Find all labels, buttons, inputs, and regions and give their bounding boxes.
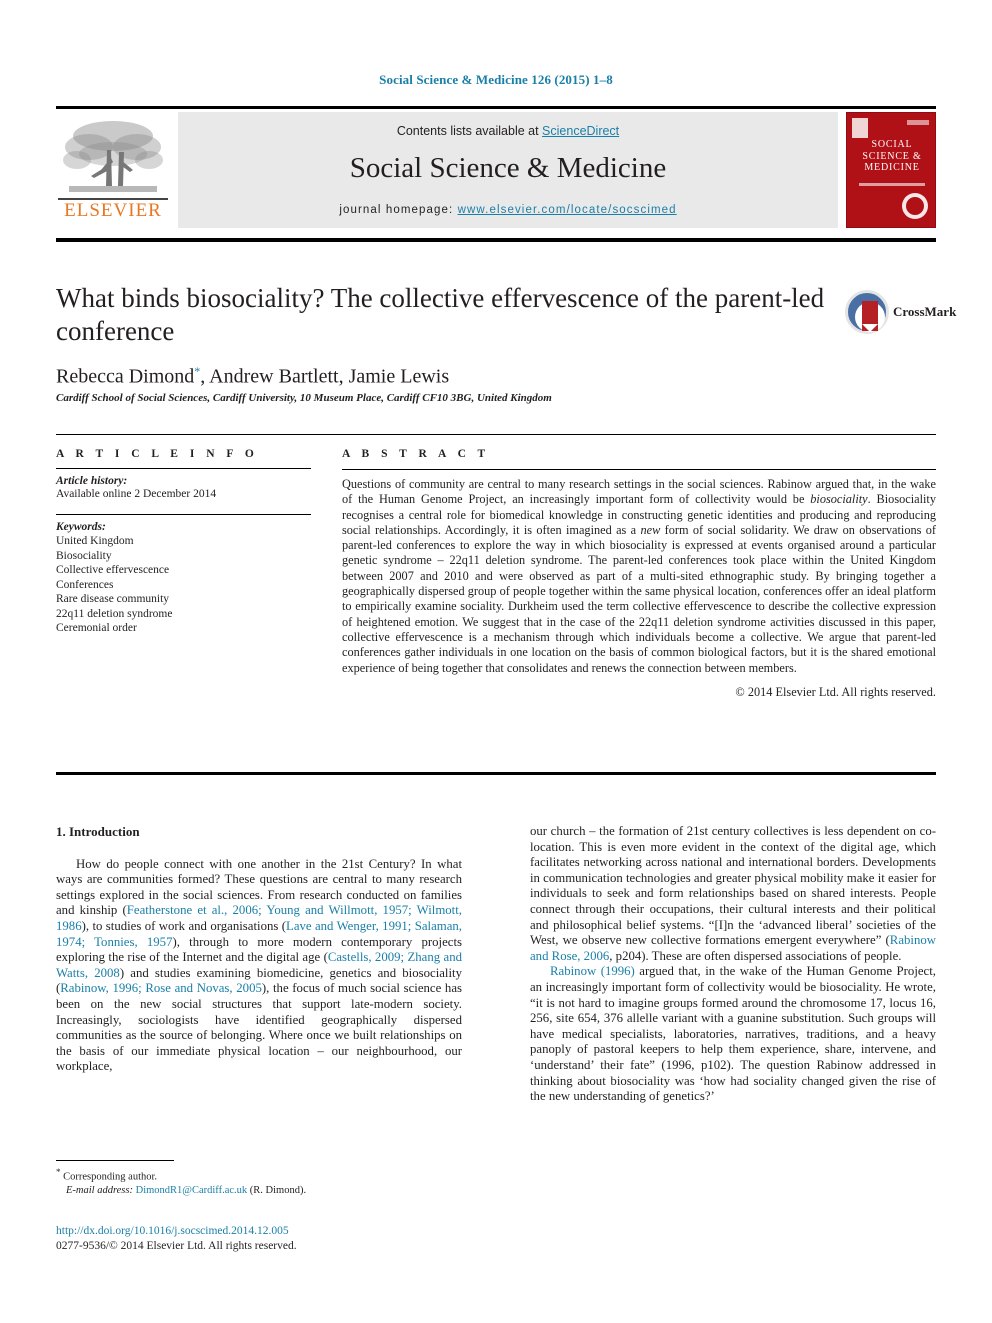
keywords-label: Keywords: <box>56 521 106 533</box>
abstract-italic-biosociality: biosociality <box>810 492 868 507</box>
body-column-left: 1. Introduction How do people connect wi… <box>56 824 462 1075</box>
citation-link[interactable]: Rabinow, 1996; Rose and Novas, 2005 <box>60 981 262 995</box>
rabinow-paragraph-text: argued that, in the wake of the Human Ge… <box>530 964 936 1104</box>
paragraph-rabinow: Rabinow (1996) argued that, in the wake … <box>530 964 936 1104</box>
sciencedirect-link[interactable]: ScienceDirect <box>542 124 619 138</box>
running-head: Social Science & Medicine 126 (2015) 1–8 <box>379 72 613 87</box>
email-link[interactable]: DimondR1@Cardiff.ac.uk <box>136 1185 248 1196</box>
keyword-item: Conferences <box>56 578 114 591</box>
crossmark-bookmark-notch <box>862 324 878 332</box>
corresponding-author-text: Corresponding author. <box>60 1171 158 1183</box>
cover-seal-inner <box>906 197 924 215</box>
body-column-right: our church – the formation of 21st centu… <box>530 824 936 1105</box>
article-history-label: Article history: <box>56 475 128 487</box>
cover-publisher-mark <box>852 118 868 138</box>
keyword-item: United Kingdom <box>56 535 134 547</box>
cover-top-caption <box>907 120 929 125</box>
abstract-block-top-rule <box>56 434 936 435</box>
keyword-item: Collective effervescence <box>56 564 170 576</box>
paragraph-intro-right-continued: our church – the formation of 21st centu… <box>530 824 936 964</box>
doi-link[interactable]: http://dx.doi.org/10.1016/j.socscimed.20… <box>56 1225 289 1237</box>
footer-block: http://dx.doi.org/10.1016/j.socscimed.20… <box>56 1224 476 1253</box>
keyword-item: Ceremonial order <box>56 622 137 634</box>
paragraph-intro-left: How do people connect with one another i… <box>56 857 462 1075</box>
cover-title-text: SOCIAL SCIENCE & MEDICINE <box>862 139 922 173</box>
article-info-heading: A R T I C L E I N F O <box>56 448 259 460</box>
crossmark-badge[interactable]: CrossMark <box>845 288 956 338</box>
elsevier-wordmark: ELSEVIER <box>64 200 162 221</box>
contents-prefix: Contents lists available at <box>396 124 543 138</box>
journal-masthead: ELSEVIER Contents lists available at Sci… <box>56 106 936 242</box>
elsevier-tree-icon <box>63 121 163 192</box>
section-heading-introduction: 1. Introduction <box>56 824 140 839</box>
affiliation: Cardiff School of Social Sciences, Cardi… <box>56 392 552 404</box>
journal-homepage-line: journal homepage: www.elsevier.com/locat… <box>178 204 838 216</box>
footnote-block: * Corresponding author. E-mail address: … <box>56 1166 466 1198</box>
page-title: What binds biosociality? The collective … <box>56 283 825 346</box>
abstract-italic-new: new <box>640 522 661 537</box>
footnote-rule <box>56 1160 174 1161</box>
corresponding-author-note: * Corresponding author. <box>56 1166 466 1184</box>
citation-link[interactable]: Rabinow (1996) <box>550 964 635 978</box>
author-list: Rebecca Dimond*, Andrew Bartlett, Jamie … <box>56 364 856 389</box>
intro-right-text-b: , p204). These are often dispersed assoc… <box>609 948 902 963</box>
abstract-heading: A B S T R A C T <box>342 448 490 460</box>
email-owner: (R. Dimond). <box>247 1185 307 1196</box>
crossmark-label: CrossMark <box>893 304 957 319</box>
journal-cover-thumbnail: SOCIAL SCIENCE & MEDICINE <box>846 112 936 228</box>
journal-title-band: Contents lists available at ScienceDirec… <box>178 112 838 228</box>
abstract-rule <box>342 469 936 470</box>
masthead-top-rule <box>56 106 936 109</box>
cover-subtitle-bar <box>859 183 925 186</box>
abstract-block: A B S T R A C T Questions of community a… <box>342 448 936 700</box>
keyword-item: Rare disease community <box>56 593 170 605</box>
abstract-text: Questions of community are central to ma… <box>342 477 936 676</box>
elsevier-logo: ELSEVIER <box>56 112 170 228</box>
homepage-prefix: journal homepage: <box>339 204 458 216</box>
abstract-block-bottom-rule <box>56 772 936 775</box>
article-info-block: A R T I C L E I N F O Article history: A… <box>56 448 311 636</box>
keyword-item: 22q11 deletion syndrome <box>56 607 173 620</box>
contents-available-line: Contents lists available at ScienceDirec… <box>178 124 838 138</box>
issn-copyright-line: 0277-9536/© 2014 Elsevier Ltd. All right… <box>56 1239 297 1252</box>
title-block: What binds biosociality? The collective … <box>56 282 826 348</box>
journal-homepage-link[interactable]: www.elsevier.com/locate/socscimed <box>458 204 677 216</box>
author-rest: , Andrew Bartlett, Jamie Lewis <box>200 365 450 388</box>
email-address-label: E-mail address: <box>66 1185 133 1196</box>
article-info-rule-2 <box>56 514 311 515</box>
keyword-item: Biosociality <box>56 549 112 562</box>
article-info-rule-1 <box>56 468 311 469</box>
article-history-value: Available online 2 December 2014 <box>56 488 217 500</box>
abstract-copyright: © 2014 Elsevier Ltd. All rights reserved… <box>735 684 936 699</box>
email-note: E-mail address: DimondR1@Cardiff.ac.uk (… <box>56 1184 466 1198</box>
author-first: Rebecca Dimond <box>56 365 195 388</box>
journal-article-page: Social Science & Medicine 126 (2015) 1–8 <box>0 0 992 1323</box>
crossmark-circle-icon <box>845 290 889 334</box>
journal-name: Social Science & Medicine <box>349 152 667 184</box>
abstract-part-3: form of social solidarity. We draw on ob… <box>342 522 937 675</box>
keywords-list: United Kingdom Biosociality Collective e… <box>56 534 311 636</box>
masthead-bottom-rule <box>56 238 936 242</box>
intro-text-b: ), to studies of work and organisations … <box>81 918 287 933</box>
intro-right-text-a: our church – the formation of 21st centu… <box>530 824 936 948</box>
